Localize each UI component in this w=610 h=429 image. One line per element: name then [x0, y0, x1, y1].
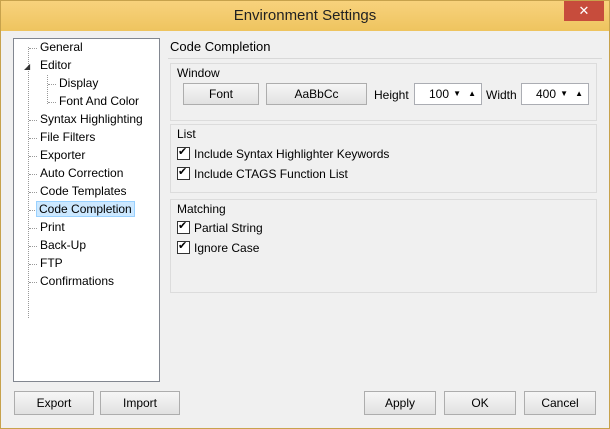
- width-label: Width: [486, 88, 517, 102]
- tree-item-ftp[interactable]: FTP: [38, 255, 65, 272]
- checkbox-label: Partial String: [194, 221, 263, 235]
- include-syntax-keywords-checkbox[interactable]: ✔ Include Syntax Highlighter Keywords: [177, 146, 389, 162]
- ok-button[interactable]: OK: [444, 391, 516, 415]
- checkbox-box[interactable]: ✔: [177, 146, 190, 160]
- page-title: Code Completion: [170, 39, 271, 54]
- tree-item-editor[interactable]: Editor: [38, 57, 73, 74]
- button-label: Import: [122, 396, 157, 410]
- tree-item-label: Confirmations: [40, 274, 115, 288]
- collapse-icon[interactable]: ◢: [24, 62, 30, 71]
- tree-item-confirmations[interactable]: Confirmations: [38, 273, 116, 290]
- dialog-client: General ◢ Editor Display Font And Color …: [8, 31, 602, 421]
- import-button[interactable]: Import: [100, 391, 180, 415]
- tree-item-label: File Filters: [40, 130, 96, 144]
- tree-line: [29, 48, 37, 49]
- height-value: 100: [429, 87, 450, 101]
- button-label: Export: [36, 396, 72, 410]
- matching-group: Matching ✔ Partial String ✔ Ignore Case: [170, 199, 597, 293]
- tree-line: [29, 120, 37, 121]
- apply-button[interactable]: Apply: [364, 391, 436, 415]
- group-label: Window: [177, 66, 220, 80]
- button-label: Cancel: [541, 396, 579, 410]
- partial-string-checkbox[interactable]: ✔ Partial String: [177, 220, 263, 236]
- tree-line: [48, 102, 56, 103]
- tree-line: [29, 264, 37, 265]
- tree-item-auto-correction[interactable]: Auto Correction: [38, 165, 125, 182]
- tree-item-label: Font And Color: [59, 94, 140, 108]
- close-icon[interactable]: ✕: [579, 3, 590, 18]
- height-stepper[interactable]: 100 ▼ ▲: [414, 83, 482, 105]
- tree-item-label: Code Completion: [36, 201, 135, 217]
- tree-line: [29, 228, 37, 229]
- tree-item-syntax-highlighting[interactable]: Syntax Highlighting: [38, 111, 145, 128]
- list-group: List ✔ Include Syntax Highlighter Keyword…: [170, 124, 597, 193]
- ignore-case-checkbox[interactable]: ✔ Ignore Case: [177, 240, 259, 256]
- tree-item-file-filters[interactable]: File Filters: [38, 129, 97, 146]
- checkbox-box[interactable]: ✔: [177, 240, 190, 254]
- checkbox-label: Include CTAGS Function List: [194, 167, 348, 181]
- group-label: Matching: [177, 202, 226, 216]
- tree-item-label: Syntax Highlighting: [40, 112, 143, 126]
- tree-line: [28, 47, 29, 318]
- arrow-down-icon[interactable]: ▼: [453, 89, 461, 98]
- title-bar[interactable]: Environment Settings ✕: [1, 1, 609, 31]
- tree-item-label: General: [40, 40, 83, 54]
- arrow-up-icon[interactable]: ▲: [468, 89, 476, 98]
- tree-item-label: FTP: [40, 256, 63, 270]
- tree-line: [29, 246, 37, 247]
- tree-item-back-up[interactable]: Back-Up: [38, 237, 88, 254]
- tree-item-code-completion[interactable]: Code Completion: [36, 201, 135, 218]
- tree-item-label: Back-Up: [40, 238, 87, 252]
- font-preview-button[interactable]: AaBbCc: [266, 83, 367, 105]
- settings-tree[interactable]: General ◢ Editor Display Font And Color …: [13, 38, 160, 382]
- tree-item-label: Print: [40, 220, 65, 234]
- tree-item-label: Exporter: [40, 148, 86, 162]
- tree-line: [29, 174, 37, 175]
- checkbox-box[interactable]: ✔: [177, 220, 190, 234]
- check-icon: ✔: [178, 166, 188, 178]
- tree-item-label: Auto Correction: [40, 166, 124, 180]
- cancel-button[interactable]: Cancel: [524, 391, 596, 415]
- tree-item-label: Display: [59, 76, 99, 90]
- tree-item-exporter[interactable]: Exporter: [38, 147, 87, 164]
- width-stepper[interactable]: 400 ▼ ▲: [521, 83, 589, 105]
- tree-line: [29, 138, 37, 139]
- include-ctags-checkbox[interactable]: ✔ Include CTAGS Function List: [177, 166, 348, 182]
- checkbox-label: Ignore Case: [194, 241, 260, 255]
- environment-settings-window: Environment Settings ✕ General ◢ Editor …: [0, 0, 610, 429]
- tree-item-label: Code Templates: [40, 184, 127, 198]
- code-completion-panel: Window Font AaBbCc Height 100 ▼ ▲ Width …: [168, 59, 602, 382]
- button-label: Apply: [384, 396, 416, 410]
- window-group: Window Font AaBbCc Height 100 ▼ ▲ Width …: [170, 63, 597, 121]
- tree-item-display[interactable]: Display: [57, 75, 100, 92]
- tree-line: [29, 192, 37, 193]
- check-icon: ✔: [178, 220, 188, 232]
- checkbox-box[interactable]: ✔: [177, 166, 190, 180]
- tree-item-code-templates[interactable]: Code Templates: [38, 183, 129, 200]
- width-value: 400: [536, 87, 557, 101]
- button-label: Font: [208, 87, 233, 101]
- button-label: OK: [471, 396, 489, 410]
- group-label: List: [177, 127, 196, 141]
- tree-item-font-and-color[interactable]: Font And Color: [57, 93, 141, 110]
- export-button[interactable]: Export: [14, 391, 94, 415]
- panel-header: Code Completion: [168, 38, 602, 59]
- tree-item-print[interactable]: Print: [38, 219, 67, 236]
- tree-line: [47, 75, 48, 104]
- window-title: Environment Settings: [233, 7, 377, 24]
- arrow-up-icon[interactable]: ▲: [575, 89, 583, 98]
- height-label: Height: [374, 88, 409, 102]
- check-icon: ✔: [178, 146, 188, 158]
- font-button[interactable]: Font: [183, 83, 259, 105]
- tree-line: [29, 282, 37, 283]
- button-label: AaBbCc: [294, 87, 339, 101]
- tree-line: [48, 84, 56, 85]
- check-icon: ✔: [178, 240, 188, 252]
- tree-item-label: Editor: [40, 58, 72, 72]
- tree-item-general[interactable]: General: [38, 39, 85, 56]
- tree-line: [29, 156, 37, 157]
- arrow-down-icon[interactable]: ▼: [560, 89, 568, 98]
- close-button[interactable]: ✕: [564, 1, 604, 21]
- checkbox-label: Include Syntax Highlighter Keywords: [194, 147, 390, 161]
